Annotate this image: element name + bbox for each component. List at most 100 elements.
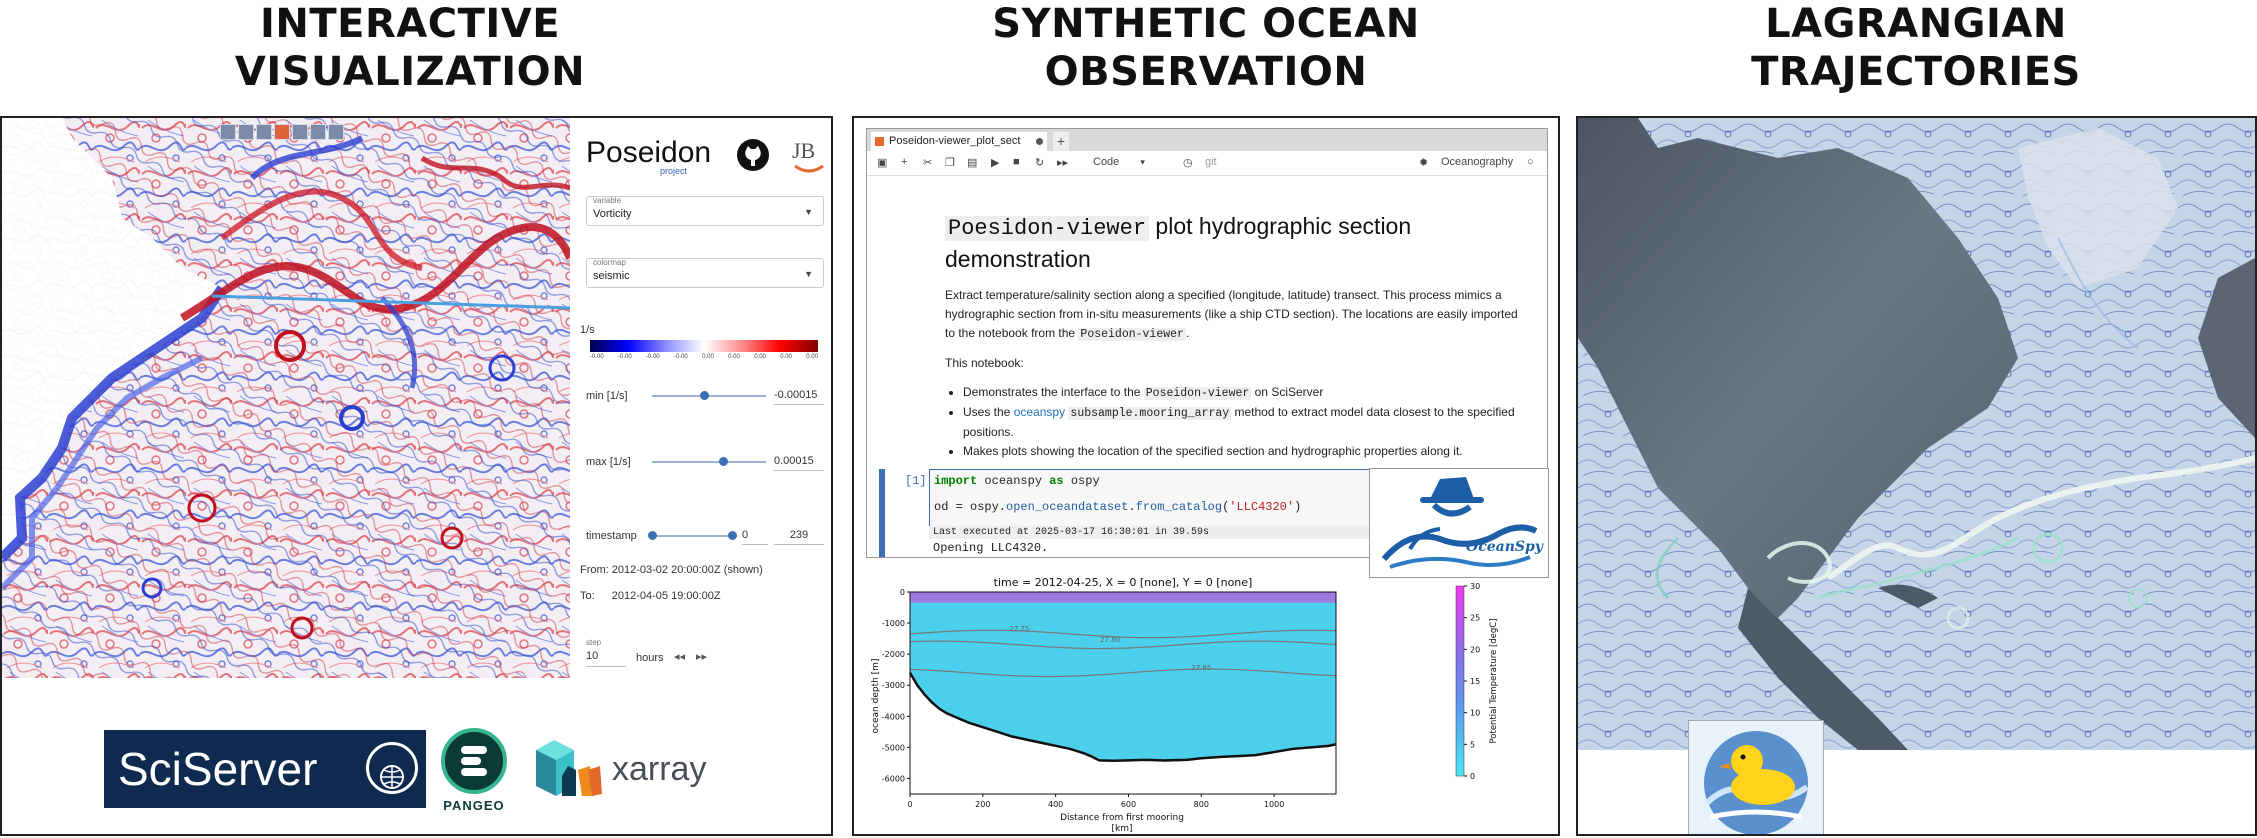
poseidon-logo: Poseidon project <box>586 136 712 176</box>
notebook-tab[interactable]: Poseidon-viewer_plot_sect <box>871 132 1047 151</box>
colorbar-tick-label: 25 <box>1470 614 1480 623</box>
code-text: . <box>1128 500 1136 514</box>
y-tick-label: -6000 <box>882 774 905 783</box>
kernel-name[interactable]: Oceanography <box>1441 156 1513 168</box>
box-zoom-tool-icon[interactable] <box>238 124 254 140</box>
to-timestamp-row: To: 2012-04-05 19:00:00Z <box>580 590 721 602</box>
jupyterbook-logo-text: JB <box>792 138 816 163</box>
fast-forward-icon[interactable]: ▸▸ <box>1057 156 1068 169</box>
hover-tool-icon[interactable] <box>328 124 344 140</box>
oceanspy-link[interactable]: oceanspy <box>1014 405 1065 419</box>
new-tab-button[interactable]: + <box>1053 132 1069 151</box>
y-tick-label: 0 <box>900 588 905 597</box>
cut-icon[interactable]: ✂ <box>923 156 932 169</box>
settings-icon[interactable]: ✹ <box>1419 156 1428 169</box>
notebook-tab-bar: Poseidon-viewer_plot_sect + <box>867 129 1547 151</box>
code-string: 'LLC4320' <box>1229 500 1295 514</box>
wheel-zoom-tool-icon[interactable] <box>256 124 272 140</box>
colorbar-tick-label: 30 <box>1470 582 1480 591</box>
copy-icon[interactable]: ❐ <box>945 156 955 169</box>
timestamp-start-handle[interactable] <box>648 531 657 540</box>
cell-selection-bar <box>879 469 885 557</box>
sciserver-logo: SciServer <box>104 730 426 808</box>
timestamp-slider-track[interactable] <box>652 535 732 537</box>
globe-lines <box>380 765 404 789</box>
jupyterbook-logo[interactable]: JB <box>792 138 826 173</box>
timestamp-end-input[interactable]: 239 <box>774 526 824 545</box>
max-value-input[interactable]: 0.00015 <box>774 452 824 471</box>
xarray-logo-text: xarray <box>612 750 707 788</box>
min-slider-row: min [1/s] -0.00015 <box>586 386 826 406</box>
colormap-select-label: colormap <box>593 258 626 267</box>
oceanspy-logo-text: OceanSpy <box>1466 539 1543 555</box>
run-icon[interactable]: ▶ <box>991 156 999 169</box>
clock-icon[interactable]: ◷ <box>1183 156 1193 169</box>
headline-interactive-visualization: INTERACTIVE VISUALIZATION <box>130 0 690 96</box>
headline-line: SYNTHETIC OCEAN <box>992 1 1420 47</box>
git-button[interactable]: git <box>1205 156 1217 168</box>
pan-tool-icon[interactable] <box>220 124 236 140</box>
pangeo-logo: PANGEO <box>439 728 509 813</box>
colorbar-tick: -0.00 <box>618 354 632 360</box>
oceanspy-logo: OceanSpy <box>1369 468 1549 578</box>
github-icon[interactable] <box>736 138 770 172</box>
x-tick-label: 1000 <box>1264 800 1284 809</box>
step-forward-button[interactable]: ▸▸ <box>696 650 707 663</box>
chevron-down-icon: ▼ <box>804 207 813 217</box>
step-input[interactable]: 10 <box>586 650 626 667</box>
contour-label: 27.85 <box>1191 664 1211 672</box>
timestamp-end-handle[interactable] <box>728 531 737 540</box>
notebook-toolbar: ▣ + ✂ ❐ ▤ ▶ ■ ↻ ▸▸ Code ▾ ◷ git ✹ Oceano… <box>867 151 1547 176</box>
paste-icon[interactable]: ▤ <box>967 156 977 169</box>
variable-select[interactable]: variable Vorticity ▼ <box>586 196 824 226</box>
section-plot: time = 2012-04-25, X = 0 [none], Y = 0 [… <box>871 576 1499 834</box>
timestamp-start-input[interactable]: 0 <box>742 526 768 545</box>
unsaved-dot-icon[interactable] <box>1036 138 1043 145</box>
y-axis-label: ocean depth [m] <box>871 659 881 734</box>
max-slider-label: max [1/s] <box>586 456 631 468</box>
code-line: od = ospy.open_oceandataset.from_catalog… <box>934 500 1301 514</box>
y-tick-label: -2000 <box>882 650 905 659</box>
colormap-select[interactable]: colormap seismic ▼ <box>586 258 824 288</box>
restart-icon[interactable]: ↻ <box>1035 156 1044 169</box>
save-icon[interactable]: ▣ <box>877 156 887 169</box>
colorbar <box>590 340 818 352</box>
timestamp-label: timestamp <box>586 530 637 542</box>
cell-type-value: Code <box>1093 156 1120 168</box>
tap-tool-icon[interactable] <box>274 124 290 140</box>
min-value-input[interactable]: -0.00015 <box>774 386 824 405</box>
stop-icon[interactable]: ■ <box>1013 156 1020 168</box>
poseidon-logo-text: Poseidon <box>586 136 712 169</box>
add-cell-icon[interactable]: + <box>901 156 907 168</box>
code-keyword: as <box>1049 474 1064 488</box>
trajectory-map[interactable] <box>1578 118 2255 750</box>
reset-tool-icon[interactable] <box>292 124 308 140</box>
map-toolbar <box>220 124 344 140</box>
synthetic-observation-panel: Poseidon-viewer_plot_sect + ▣ + ✂ ❐ ▤ ▶ … <box>852 116 1560 836</box>
jupyterbook-arc <box>794 164 824 173</box>
vorticity-map[interactable] <box>2 118 570 678</box>
oceanspy-mark <box>1381 477 1538 569</box>
max-slider-row: max [1/s] 0.00015 <box>586 452 826 472</box>
step-label: step <box>586 638 602 647</box>
colorbar-tick: -0.00 <box>646 354 660 360</box>
headline-line: LAGRANGIAN <box>1765 1 2067 47</box>
poseidon-logo-sub: project <box>660 166 688 176</box>
headline-synthetic-ocean-observation: SYNTHETIC OCEAN OBSERVATION <box>926 0 1486 96</box>
rubber-duck-icon <box>1704 731 1809 834</box>
max-slider-handle[interactable] <box>718 457 728 466</box>
notebook-tab-title: Poseidon-viewer_plot_sect <box>889 135 1021 147</box>
x-axis-label-unit: [km] <box>1111 824 1132 834</box>
code-text: ) <box>1294 500 1302 514</box>
min-slider-handle[interactable] <box>700 391 710 400</box>
max-slider-track[interactable] <box>652 461 766 463</box>
colorbar-tick-label: 10 <box>1470 709 1480 718</box>
intro-text: Extract temperature/salinity section alo… <box>945 288 1518 340</box>
notebook-title-code: Poesidon-viewer <box>945 216 1150 241</box>
step-back-button[interactable]: ◂◂ <box>674 650 685 663</box>
contour-label: 27.80 <box>1100 636 1120 644</box>
plot-area: 27.75 27.80 27.85 0 -1000 -2000 -3000 -4000 -500… <box>882 588 1337 809</box>
code-function: open_oceandataset <box>1006 500 1129 514</box>
save-tool-icon[interactable] <box>310 124 326 140</box>
cell-type-select[interactable]: Code ▾ <box>1093 156 1153 168</box>
